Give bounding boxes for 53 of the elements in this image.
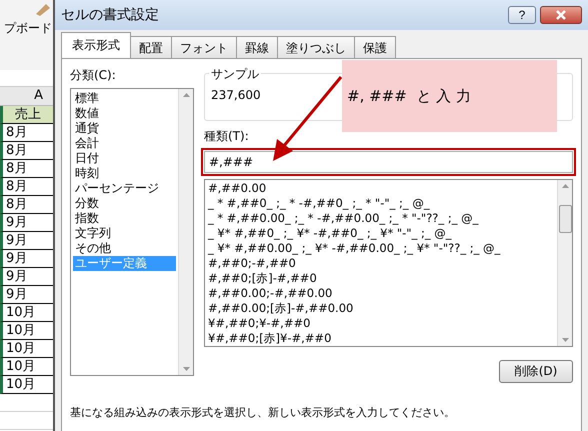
tab[interactable]: 罫線	[236, 36, 278, 58]
category-item[interactable]: 会計	[73, 136, 176, 151]
format-item[interactable]: #,##0;[赤]-#,##0	[208, 271, 554, 286]
category-item[interactable]: パーセンテージ	[73, 181, 176, 196]
category-label: 分類(C):	[70, 67, 117, 84]
delete-button[interactable]: 削除(D)	[499, 360, 573, 383]
category-item[interactable]: 通貨	[73, 121, 176, 136]
callout-note: #, ### と 入 力	[342, 60, 557, 132]
column-header[interactable]: A	[0, 87, 53, 106]
category-item[interactable]: 時刻	[73, 166, 176, 181]
close-button[interactable]	[540, 6, 582, 24]
tab[interactable]: 表示形式	[61, 32, 131, 58]
format-item[interactable]: #,##0.00	[208, 181, 554, 196]
category-item[interactable]: 日付	[73, 151, 176, 166]
type-input-field[interactable]: #,###	[204, 151, 573, 173]
scroll-up-icon[interactable]	[562, 183, 568, 188]
sample-label: サンプル	[209, 66, 261, 83]
scrollbar-thumb[interactable]	[558, 205, 572, 233]
sample-value: 237,600	[211, 88, 261, 102]
scrollbar[interactable]	[557, 180, 572, 346]
ribbon-group-label: プボード	[4, 20, 53, 37]
close-icon	[555, 10, 567, 20]
tab[interactable]: 塗りつぶし	[277, 36, 355, 58]
category-item[interactable]: その他	[73, 241, 176, 256]
format-item[interactable]: #,##0.00;[赤]-#,##0.00	[208, 301, 554, 316]
category-item[interactable]: 分数	[73, 196, 176, 211]
category-item[interactable]: 数値	[73, 106, 176, 121]
format-item[interactable]: ¥#,##0;[赤]¥-#,##0	[208, 331, 554, 346]
scrollbar[interactable]	[178, 89, 193, 375]
window-title: セルの書式設定	[61, 6, 160, 24]
tab[interactable]: フォント	[171, 36, 237, 58]
tab[interactable]: 保護	[354, 36, 396, 58]
format-item[interactable]: _ * #,##0.00_ ;_ * -#,##0.00_ ;_ * "-"??_ ;_ @_	[208, 211, 554, 226]
scroll-up-icon[interactable]	[182, 92, 190, 97]
format-item[interactable]: #,##0;-#,##0	[208, 256, 554, 271]
scroll-down-icon[interactable]	[182, 367, 190, 372]
category-item[interactable]: 標準	[73, 91, 176, 106]
tab[interactable]: 配置	[130, 36, 172, 58]
category-list[interactable]: 標準 数値 通貨 会計 日付 時刻 パーセンテージ 分数 指数 文字列 その他 ユーザー定義	[70, 88, 194, 376]
scroll-down-icon[interactable]	[562, 338, 568, 343]
format-item[interactable]: _ * #,##0_ ;_ * -#,##0_ ;_ * "-"_ ;_ @_	[208, 196, 554, 211]
help-button[interactable]: ?	[508, 6, 536, 24]
category-item[interactable]: 指数	[73, 211, 176, 226]
format-item[interactable]: ¥#,##0;¥-#,##0	[208, 316, 554, 331]
category-item[interactable]: 文字列	[73, 226, 176, 241]
format-list[interactable]	[204, 179, 573, 347]
hint-text: 基になる組み込みの表示形式を選択し、新しい表示形式を入力してください。	[70, 405, 456, 420]
type-label: 種類(T):	[204, 128, 250, 145]
brush-icon[interactable]	[34, 2, 53, 16]
format-item[interactable]: #,##0.00;-#,##0.00	[208, 286, 554, 301]
header-cell: 売上	[0, 106, 53, 124]
format-item[interactable]: _ ¥* #,##0.00_ ;_ ¥* -#,##0.00_ ;_ ¥* "-"??_ ;_ @_	[208, 241, 554, 256]
format-item[interactable]: _ ¥* #,##0_ ;_ ¥* -#,##0_ ;_ ¥* "-"_ ;_ @_	[208, 226, 554, 241]
